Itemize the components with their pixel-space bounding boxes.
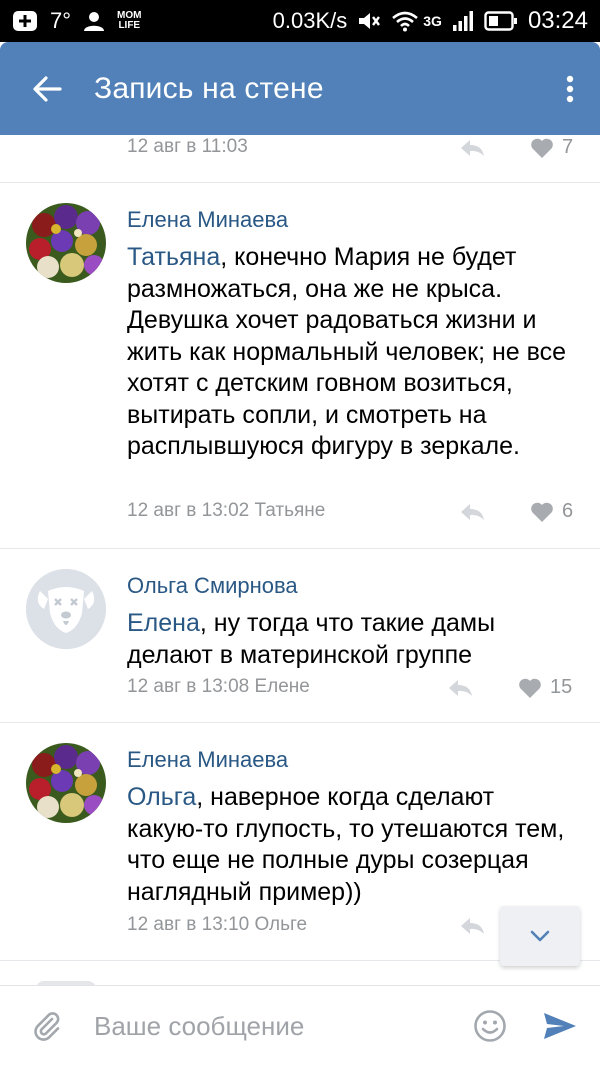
like-count: 7 xyxy=(562,136,574,158)
comment-partial: 12 авг в 11:03 7 xyxy=(0,135,600,183)
attach-button[interactable] xyxy=(0,986,94,1066)
send-button[interactable] xyxy=(520,986,600,1066)
comments-feed[interactable]: 12 авг в 11:03 7 Елена Минаева Татьяна, … xyxy=(0,135,600,985)
emoji-button[interactable] xyxy=(460,986,520,1066)
comment-author[interactable]: Елена Минаева xyxy=(127,207,288,233)
mention-link[interactable]: Ольга xyxy=(127,783,196,811)
avatar[interactable] xyxy=(26,743,106,823)
comment-meta: 12 авг в 11:03 xyxy=(127,136,248,157)
network-type-text: 3G xyxy=(423,13,442,29)
comment-item: Елена Минаева Татьяна, конечно Мария не … xyxy=(0,183,600,549)
mention-link[interactable]: Татьяна xyxy=(127,243,220,271)
reply-icon[interactable] xyxy=(458,915,486,937)
reply-icon[interactable] xyxy=(458,137,486,159)
dog-placeholder-avatar-icon xyxy=(26,569,106,649)
page-title: Запись на стене xyxy=(94,71,324,105)
chevron-down-icon xyxy=(530,930,550,942)
comment-author[interactable]: Елена Минаева xyxy=(127,747,288,773)
status-bar: 7° MOM LIFE 0.03K/s 3G 03:24 xyxy=(0,0,600,42)
like-count: 6 xyxy=(562,500,574,522)
reply-icon[interactable] xyxy=(446,677,474,699)
reply-icon[interactable] xyxy=(458,501,486,523)
heart-icon xyxy=(531,502,553,522)
compose-bar xyxy=(0,985,600,1066)
message-input[interactable] xyxy=(94,1010,460,1042)
mute-icon xyxy=(357,10,381,32)
comment-meta: 12 авг в 13:08 Елене xyxy=(127,676,310,697)
net-speed-text: 0.03K/s xyxy=(272,8,348,33)
send-arrow-icon xyxy=(544,1013,576,1039)
momlife-app-badge: MOM LIFE xyxy=(117,10,142,31)
like-button[interactable]: 6 xyxy=(530,500,573,523)
comment-author[interactable]: Ольга Смирнова xyxy=(127,573,298,599)
add-notification-icon xyxy=(12,10,38,32)
battery-icon xyxy=(484,10,518,32)
comment-text: Ольга, наверное когда сделают какую-то г… xyxy=(127,782,577,908)
flowers-avatar-image xyxy=(26,203,106,283)
temperature-text: 7° xyxy=(50,8,72,33)
comment-item: Ольга Смирнова Елена, ну тогда что такие… xyxy=(0,549,600,723)
comment-text: Елена, ну тогда что такие дамы делают в … xyxy=(127,608,577,671)
like-button[interactable]: 15 xyxy=(518,676,572,699)
avatar[interactable] xyxy=(26,569,106,649)
app-bar: Запись на стене xyxy=(0,42,600,135)
smiley-icon xyxy=(474,1010,506,1042)
person-icon xyxy=(83,10,105,32)
flowers-avatar-image xyxy=(26,743,106,823)
paperclip-icon xyxy=(34,1012,60,1041)
avatar[interactable] xyxy=(26,203,106,283)
mention-link[interactable]: Елена xyxy=(127,609,200,637)
arrow-left-icon xyxy=(33,75,62,102)
comment-body: , конечно Мария не будет размножаться, о… xyxy=(127,243,567,460)
clock-text: 03:24 xyxy=(527,7,588,34)
heart-icon xyxy=(531,138,553,158)
comment-meta: 12 авг в 13:02 Татьяне xyxy=(127,500,326,521)
like-count: 15 xyxy=(550,676,573,698)
like-button[interactable]: 7 xyxy=(530,136,573,159)
more-options-button[interactable] xyxy=(540,42,600,135)
more-vertical-icon xyxy=(566,75,574,102)
back-button[interactable] xyxy=(0,42,94,135)
comment-meta: 12 авг в 13:10 Ольге xyxy=(127,914,308,935)
scroll-down-button[interactable] xyxy=(500,906,580,966)
wifi-icon xyxy=(391,10,419,32)
signal-icon xyxy=(452,10,474,32)
comment-text: Татьяна, конечно Мария не будет размножа… xyxy=(127,242,577,463)
heart-icon xyxy=(519,678,541,698)
